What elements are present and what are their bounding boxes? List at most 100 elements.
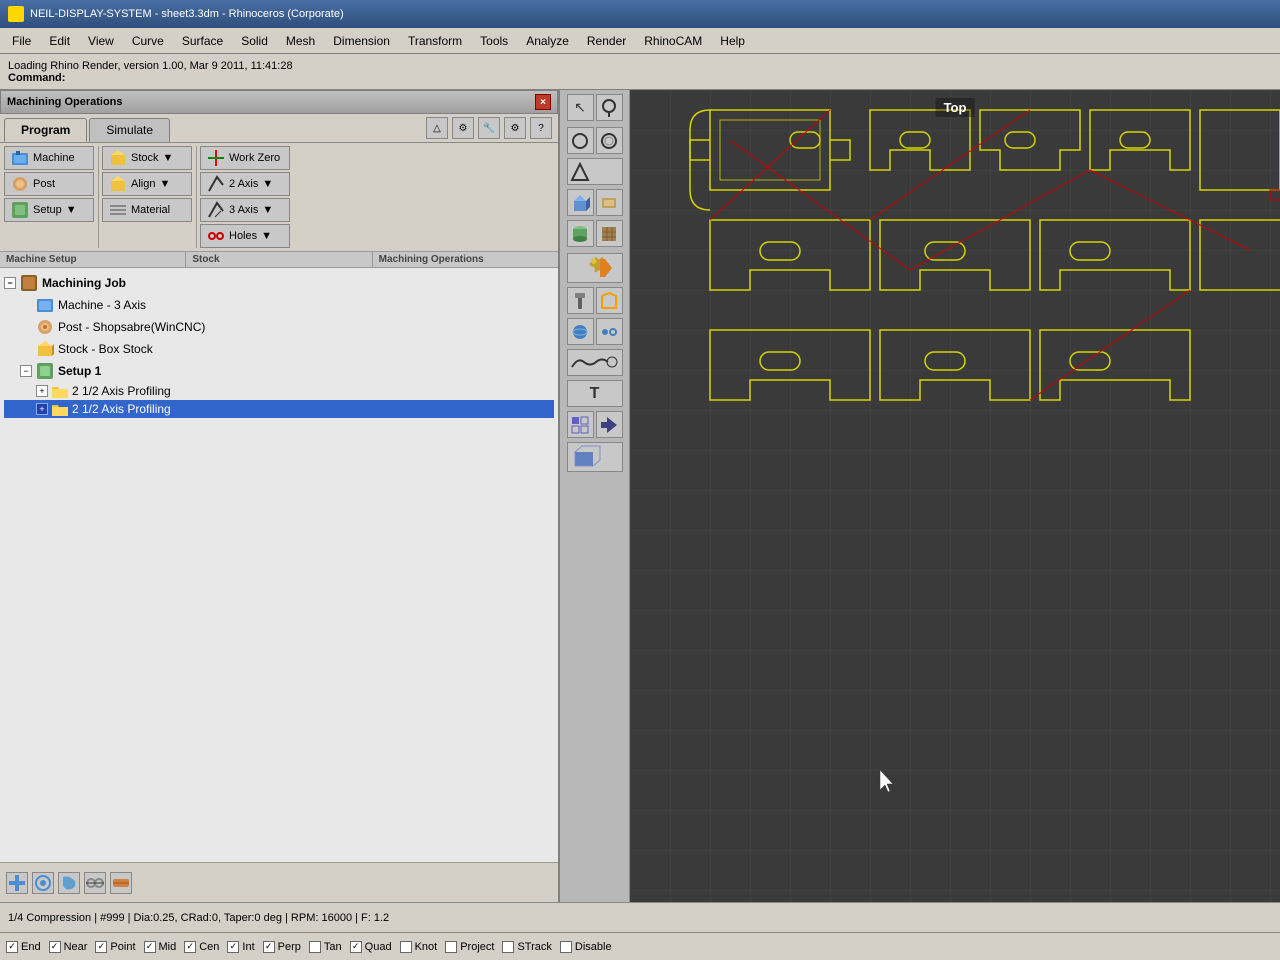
snap-project-checkbox[interactable] bbox=[445, 941, 457, 953]
toolbar-help-btn[interactable]: ? bbox=[530, 117, 552, 139]
snap-strack-checkbox[interactable] bbox=[502, 941, 514, 953]
snap-point-checkbox[interactable] bbox=[95, 941, 107, 953]
menu-tools[interactable]: Tools bbox=[472, 32, 516, 50]
snap-quad-checkbox[interactable] bbox=[350, 941, 362, 953]
section-stock: Stock bbox=[186, 252, 372, 267]
vt-dots-btn[interactable] bbox=[596, 318, 623, 345]
vt-wave-btn[interactable] bbox=[567, 349, 623, 376]
vt-block-btn[interactable] bbox=[567, 442, 623, 472]
tab-program[interactable]: Program bbox=[4, 118, 87, 142]
panel-bottom-btn2[interactable] bbox=[32, 872, 54, 894]
snap-project[interactable]: Project bbox=[445, 941, 494, 953]
tree-expand-op2[interactable]: + bbox=[36, 403, 48, 415]
panel-bottom-btn5[interactable] bbox=[110, 872, 132, 894]
toolbar-up-btn[interactable]: △ bbox=[426, 117, 448, 139]
snap-tan[interactable]: Tan bbox=[309, 941, 342, 953]
tree-post[interactable]: Post - Shopsabre(WinCNC) bbox=[4, 316, 554, 338]
snap-quad[interactable]: Quad bbox=[350, 941, 392, 953]
snap-mid-checkbox[interactable] bbox=[144, 941, 156, 953]
snap-end[interactable]: End bbox=[6, 941, 41, 953]
panel-bottom-btn3[interactable] bbox=[58, 872, 80, 894]
machine-button[interactable]: Machine bbox=[4, 146, 94, 170]
panel-icon1 bbox=[7, 873, 27, 893]
vt-3d-btn[interactable] bbox=[567, 189, 594, 216]
snap-cen-checkbox[interactable] bbox=[184, 941, 196, 953]
menu-analyze[interactable]: Analyze bbox=[518, 32, 577, 50]
menu-transform[interactable]: Transform bbox=[400, 32, 470, 50]
tree-op1[interactable]: + 2 1/2 Axis Profiling bbox=[4, 382, 554, 400]
menu-view[interactable]: View bbox=[80, 32, 122, 50]
vt-arrow-btn[interactable] bbox=[596, 411, 623, 438]
panel-close-button[interactable]: × bbox=[535, 94, 551, 110]
tree-expand-root[interactable]: − bbox=[4, 277, 16, 289]
tree-expand-op1[interactable]: + bbox=[36, 385, 48, 397]
axis2-button[interactable]: 2 Axis▼ bbox=[200, 172, 290, 196]
panel-bottom-btn1[interactable] bbox=[6, 872, 28, 894]
menu-rhinocam[interactable]: RhinoCAM bbox=[636, 32, 710, 50]
snap-near[interactable]: Near bbox=[49, 941, 88, 953]
vt-flat-btn[interactable] bbox=[596, 189, 623, 216]
align-button[interactable]: Align▼ bbox=[102, 172, 192, 196]
post-button[interactable]: Post bbox=[4, 172, 94, 196]
menu-curve[interactable]: Curve bbox=[124, 32, 172, 50]
snap-perp-checkbox[interactable] bbox=[263, 941, 275, 953]
snap-near-checkbox[interactable] bbox=[49, 941, 61, 953]
snap-knot[interactable]: Knot bbox=[400, 941, 438, 953]
vt-tool-btn[interactable] bbox=[567, 287, 594, 314]
snap-int-checkbox[interactable] bbox=[227, 941, 239, 953]
snap-int[interactable]: Int bbox=[227, 941, 254, 953]
vt-ring-btn[interactable] bbox=[596, 127, 623, 154]
vt-profile-btn[interactable] bbox=[596, 287, 623, 314]
holes-button[interactable]: Holes▼ bbox=[200, 224, 290, 248]
axis3-button[interactable]: 3 Axis▼ bbox=[200, 198, 290, 222]
work-zero-button[interactable]: Work Zero bbox=[200, 146, 290, 170]
snap-perp[interactable]: Perp bbox=[263, 941, 301, 953]
menu-file[interactable]: File bbox=[4, 32, 39, 50]
vt-text-btn[interactable]: T bbox=[567, 380, 623, 407]
toolbar-settings-btn[interactable]: ⚙ bbox=[504, 117, 526, 139]
menu-surface[interactable]: Surface bbox=[174, 32, 231, 50]
viewport[interactable]: Top bbox=[630, 90, 1280, 902]
vt-cylinder-btn[interactable] bbox=[567, 220, 594, 247]
snap-knot-checkbox[interactable] bbox=[400, 941, 412, 953]
panel-bottom-btn4[interactable] bbox=[84, 872, 106, 894]
menu-mesh[interactable]: Mesh bbox=[278, 32, 323, 50]
menu-render[interactable]: Render bbox=[579, 32, 634, 50]
snap-point[interactable]: Point bbox=[95, 941, 135, 953]
menu-help[interactable]: Help bbox=[712, 32, 753, 50]
vt-cursor-btn[interactable]: ↖ bbox=[567, 94, 594, 121]
snap-end-checkbox[interactable] bbox=[6, 941, 18, 953]
menu-edit[interactable]: Edit bbox=[41, 32, 78, 50]
tree-expand-setup1[interactable]: − bbox=[20, 365, 32, 377]
vt-circle-btn[interactable] bbox=[567, 127, 594, 154]
snap-project-label: Project bbox=[460, 941, 494, 953]
vt-gear-btn[interactable] bbox=[567, 253, 623, 283]
toolbar-tool-btn[interactable]: 🔧 bbox=[478, 117, 500, 139]
snap-disable-checkbox[interactable] bbox=[560, 941, 572, 953]
vt-triangle-btn[interactable] bbox=[567, 158, 623, 185]
tree-machine[interactable]: Machine - 3 Axis bbox=[4, 294, 554, 316]
setup-button[interactable]: Setup▼ bbox=[4, 198, 94, 222]
title-bar: NEIL-DISPLAY-SYSTEM - sheet3.3dm - Rhino… bbox=[0, 0, 1280, 28]
pick-icon bbox=[599, 98, 619, 118]
menu-dimension[interactable]: Dimension bbox=[325, 32, 398, 50]
snap-cen[interactable]: Cen bbox=[184, 941, 219, 953]
tree-op2[interactable]: + 2 1/2 Axis Profiling bbox=[4, 400, 554, 418]
tree-stock[interactable]: Stock - Box Stock bbox=[4, 338, 554, 360]
vt-pick-btn[interactable] bbox=[596, 94, 623, 121]
snap-mid[interactable]: Mid bbox=[144, 941, 177, 953]
snap-disable[interactable]: Disable bbox=[560, 941, 612, 953]
vt-sphere2-btn[interactable] bbox=[567, 318, 594, 345]
snap-tan-checkbox[interactable] bbox=[309, 941, 321, 953]
vt-textured-btn[interactable] bbox=[596, 220, 623, 247]
vt-grid2-btn[interactable] bbox=[567, 411, 594, 438]
menu-solid[interactable]: Solid bbox=[233, 32, 276, 50]
tab-simulate[interactable]: Simulate bbox=[89, 118, 170, 142]
material-button[interactable]: Material bbox=[102, 198, 192, 222]
main-layout: Machining Operations × Program Simulate … bbox=[0, 90, 1280, 902]
toolbar-config-btn[interactable]: ⚙ bbox=[452, 117, 474, 139]
snap-strack[interactable]: STrack bbox=[502, 941, 551, 953]
stock-button[interactable]: Stock▼ bbox=[102, 146, 192, 170]
tree-root[interactable]: − Machining Job bbox=[4, 272, 554, 294]
tree-setup1[interactable]: − Setup 1 bbox=[4, 360, 554, 382]
